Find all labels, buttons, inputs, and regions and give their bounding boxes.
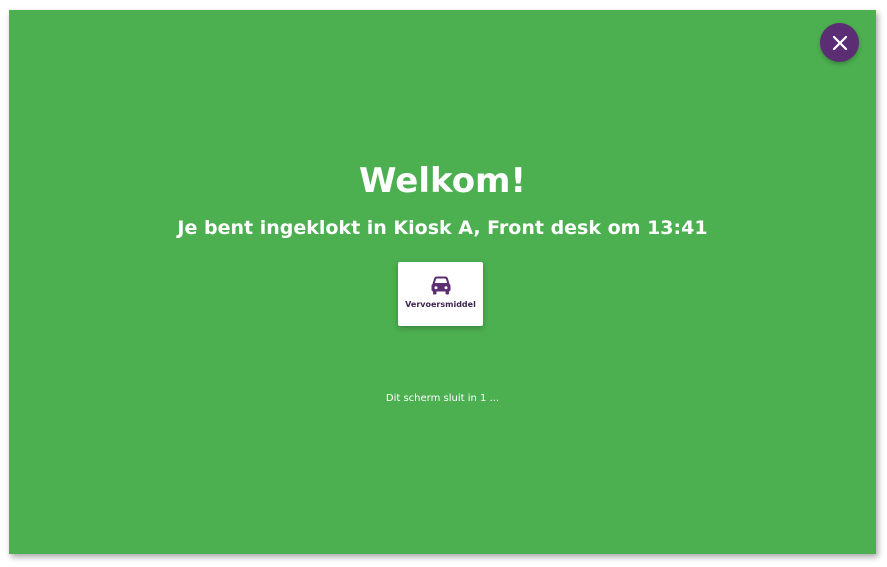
auto-close-countdown: Dit scherm sluit in 1 ... bbox=[385, 393, 500, 404]
clock-in-message: Je bent ingeklokt in Kiosk A, Front desk… bbox=[177, 217, 708, 239]
transport-label: Vervoersmiddel bbox=[405, 300, 476, 309]
clock-in-confirmation-screen: Welkom! Je bent ingeklokt in Kiosk A, Fr… bbox=[9, 10, 876, 554]
close-button[interactable] bbox=[820, 23, 859, 62]
car-icon bbox=[431, 276, 450, 295]
welcome-title: Welkom! bbox=[359, 161, 526, 201]
close-icon bbox=[832, 35, 847, 50]
transport-button[interactable]: Vervoersmiddel bbox=[398, 262, 483, 326]
